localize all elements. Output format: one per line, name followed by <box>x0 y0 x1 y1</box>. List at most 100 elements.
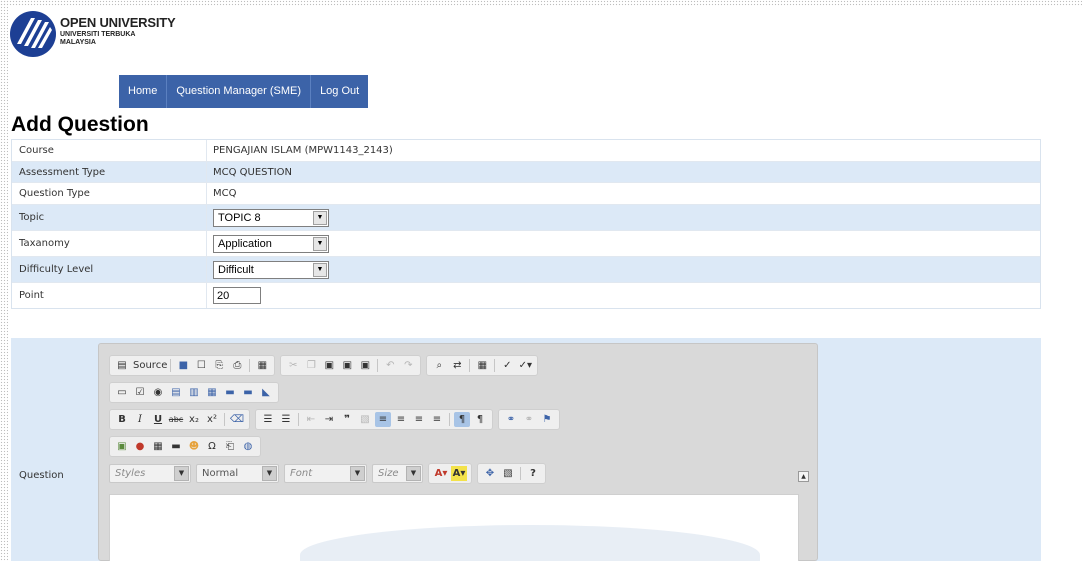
maximize-icon[interactable]: ✥ <box>482 466 498 481</box>
size-combo-label: Size <box>378 467 399 479</box>
undo-icon[interactable]: ↶ <box>382 358 398 373</box>
taxanomy-select[interactable]: Application ▼ <box>213 234 329 253</box>
find-icon[interactable]: ⌕ <box>431 358 447 373</box>
button-field-icon[interactable]: ▬ <box>222 385 238 400</box>
increase-indent-icon[interactable]: ⇥ <box>321 412 337 427</box>
select-field-icon[interactable]: ▦ <box>204 385 220 400</box>
blockquote-icon[interactable]: ❞ <box>339 412 355 427</box>
image-icon[interactable]: ▣ <box>114 439 130 454</box>
decrease-indent-icon[interactable]: ⇤ <box>303 412 319 427</box>
oum-logo-icon <box>10 11 56 57</box>
paste-icon[interactable]: ▣ <box>321 358 337 373</box>
row-assessment-type: Assessment Type MCQ QUESTION <box>12 162 1040 183</box>
question-section: Question ▤ Source ■ ☐ ⎘ ⎙ ▦ ✂ ❐ ▣ ▣ ▣ ↶ … <box>11 338 1041 561</box>
strikethrough-icon[interactable]: abc <box>168 412 184 427</box>
save-icon[interactable]: ■ <box>175 358 191 373</box>
font-combo-label: Font <box>290 467 313 479</box>
print-icon[interactable]: ⎙ <box>229 358 245 373</box>
chevron-down-icon: ▼ <box>313 210 327 225</box>
topic-select[interactable]: TOPIC 8 ▼ <box>213 208 329 227</box>
radio-icon[interactable]: ◉ <box>150 385 166 400</box>
bold-icon[interactable]: B <box>114 412 130 427</box>
text-field-icon[interactable]: ▤ <box>168 385 184 400</box>
text-rtl-icon[interactable]: ¶ <box>472 412 488 427</box>
numbered-list-icon[interactable]: ☰ <box>260 412 276 427</box>
redo-icon[interactable]: ↷ <box>400 358 416 373</box>
select-all-icon[interactable]: ▦ <box>474 358 490 373</box>
new-page-icon[interactable]: ☐ <box>193 358 209 373</box>
horizontal-line-icon[interactable]: ▬ <box>168 439 184 454</box>
italic-icon[interactable]: I <box>132 412 148 427</box>
underline-icon[interactable]: U <box>150 412 166 427</box>
nav-question-manager[interactable]: Question Manager (SME) <box>167 75 312 108</box>
source-button[interactable]: Source <box>133 360 167 371</box>
align-right-icon[interactable]: ≡ <box>411 412 427 427</box>
page-edge-left <box>0 0 8 561</box>
main-nav: Home Question Manager (SME) Log Out <box>119 75 369 108</box>
hidden-field-icon[interactable]: ◣ <box>258 385 274 400</box>
page-break-icon[interactable]: ⎗ <box>222 439 238 454</box>
background-color-icon[interactable]: A▾ <box>451 465 467 481</box>
page-title: Add Question <box>11 113 149 136</box>
unlink-icon[interactable]: ⚭ <box>521 412 537 427</box>
align-left-icon[interactable]: ≡ <box>375 411 391 427</box>
help-icon[interactable]: ? <box>525 466 541 481</box>
paste-word-icon[interactable]: ▣ <box>357 358 373 373</box>
special-char-icon[interactable]: Ω <box>204 439 220 454</box>
chevron-down-icon: ▼ <box>262 465 277 481</box>
preview-icon[interactable]: ⎘ <box>211 358 227 373</box>
font-combo[interactable]: Font ▼ <box>284 463 367 483</box>
university-logo[interactable]: OPEN UNIVERSITY UNIVERSITI TERBUKA MALAY… <box>9 10 176 58</box>
copy-icon[interactable]: ❐ <box>303 358 319 373</box>
checkbox-icon[interactable]: ☑ <box>132 385 148 400</box>
row-course: Course PENGAJIAN ISLAM (MPW1143_2143) <box>12 140 1040 162</box>
watermark-shape <box>300 525 760 561</box>
subscript-icon[interactable]: x₂ <box>186 412 202 427</box>
format-combo[interactable]: Normal ▼ <box>196 463 279 483</box>
smiley-icon[interactable]: ☻ <box>186 439 202 454</box>
page-edge-top <box>0 0 1082 6</box>
justify-icon[interactable]: ≡ <box>429 412 445 427</box>
source-icon[interactable]: ▤ <box>114 358 130 373</box>
paste-text-icon[interactable]: ▣ <box>339 358 355 373</box>
iframe-icon[interactable]: ◍ <box>240 439 256 454</box>
link-icon[interactable]: ⚭ <box>503 412 519 427</box>
align-center-icon[interactable]: ≡ <box>393 412 409 427</box>
spellcheck-icon[interactable]: ✓ <box>499 358 515 373</box>
chevron-down-icon: ▼ <box>313 236 327 251</box>
styles-combo[interactable]: Styles ▼ <box>109 463 191 483</box>
superscript-icon[interactable]: x² <box>204 412 220 427</box>
collapse-toolbar-icon[interactable]: ▲ <box>798 471 809 482</box>
flash-icon[interactable]: ● <box>132 439 148 454</box>
difficulty-select[interactable]: Difficult ▼ <box>213 260 329 279</box>
create-div-icon[interactable]: ▧ <box>357 412 373 427</box>
difficulty-label: Difficulty Level <box>12 257 207 282</box>
textarea-icon[interactable]: ▥ <box>186 385 202 400</box>
spellcheck-as-you-type-icon[interactable]: ✓▾ <box>517 358 533 373</box>
format-combo-label: Normal <box>202 467 239 479</box>
form-icon[interactable]: ▭ <box>114 385 130 400</box>
text-color-icon[interactable]: A▾ <box>433 466 449 481</box>
cut-icon[interactable]: ✂ <box>285 358 301 373</box>
row-taxanomy: Taxanomy Application ▼ <box>12 231 1040 257</box>
difficulty-select-value: Difficult <box>218 263 254 276</box>
chevron-down-icon: ▼ <box>174 465 189 481</box>
nav-home[interactable]: Home <box>119 75 168 108</box>
anchor-icon[interactable]: ⚑ <box>539 412 555 427</box>
chevron-down-icon: ▼ <box>350 465 365 481</box>
templates-icon[interactable]: ▦ <box>254 358 270 373</box>
point-input[interactable]: 20 <box>213 287 261 304</box>
size-combo[interactable]: Size ▼ <box>372 463 423 483</box>
nav-log-out[interactable]: Log Out <box>311 75 368 108</box>
table-icon[interactable]: ▦ <box>150 439 166 454</box>
question-edit-area[interactable] <box>109 494 799 561</box>
row-topic: Topic TOPIC 8 ▼ <box>12 205 1040 231</box>
show-blocks-icon[interactable]: ▧ <box>500 466 516 481</box>
bulleted-list-icon[interactable]: ☰ <box>278 412 294 427</box>
row-difficulty: Difficulty Level Difficult ▼ <box>12 257 1040 283</box>
text-ltr-icon[interactable]: ¶ <box>454 411 470 427</box>
replace-icon[interactable]: ⇄ <box>449 358 465 373</box>
remove-format-icon[interactable]: ⌫ <box>229 412 245 427</box>
image-button-icon[interactable]: ▬ <box>240 385 256 400</box>
chevron-down-icon: ▼ <box>406 465 421 481</box>
